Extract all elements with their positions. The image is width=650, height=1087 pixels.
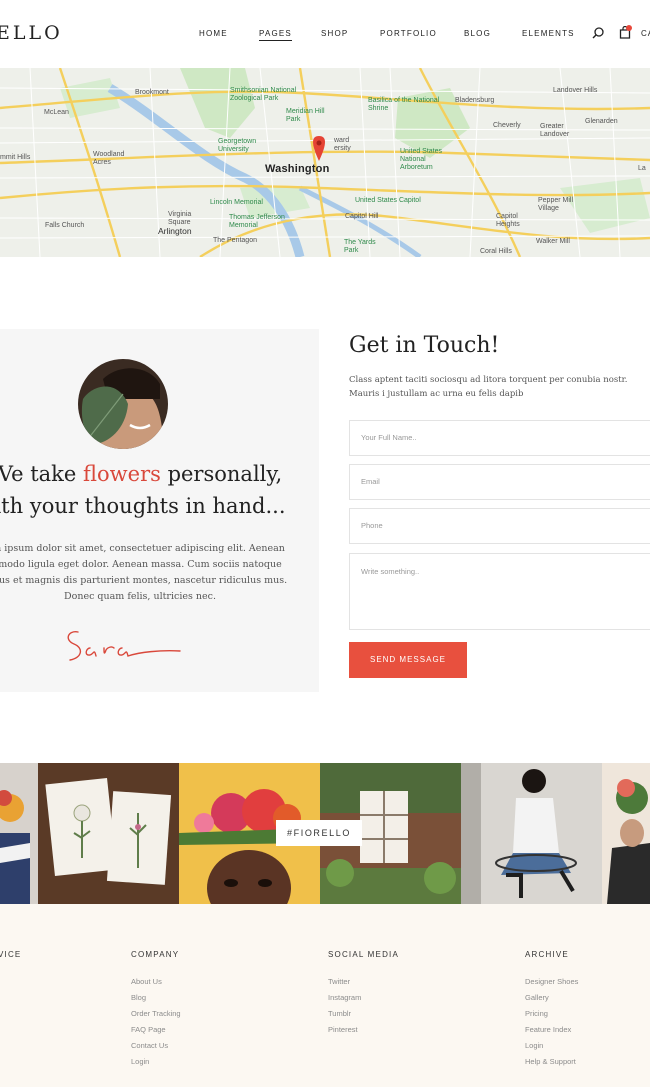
site-header: ELLO HOME PAGES SHOP PORTFOLIO BLOG ELEM… — [0, 0, 650, 68]
footer-link[interactable]: Instagram — [328, 993, 361, 1002]
map-label: Smithsonian National Zoological Park — [230, 87, 297, 102]
send-message-button[interactable]: SEND MESSAGE — [349, 642, 467, 678]
instagram-hashtag[interactable]: #FIORELLO — [276, 820, 362, 846]
map-label: United States Capitol — [355, 197, 421, 204]
nav-shop[interactable]: SHOP — [321, 29, 348, 38]
map-label: La — [638, 165, 646, 172]
map-label: Pepper Mill Village — [538, 197, 574, 212]
footer-column-title: SOCIAL MEDIA — [328, 950, 400, 959]
nav-elements[interactable]: ELEMENTS — [522, 29, 575, 38]
email-field[interactable]: Email — [349, 464, 650, 500]
about-body: n ipsum dolor sit amet, consectetuer adi… — [0, 543, 288, 602]
phone-field[interactable]: Phone — [349, 508, 650, 544]
map-label: Georgetown University — [218, 138, 257, 153]
map-label: Capitol Hill — [345, 213, 379, 220]
map-label: The Pentagon — [213, 237, 257, 244]
footer-link[interactable]: Designer Shoes — [525, 977, 578, 986]
map-label: Virginia Square — [168, 211, 192, 226]
footer-link[interactable]: Feature Index — [525, 1025, 571, 1034]
map-label: Arlington — [158, 226, 192, 236]
footer-link[interactable]: Contact Us — [131, 1041, 168, 1050]
map-label: mmit Hills — [0, 154, 31, 161]
map-label: The Yards Park — [344, 239, 376, 254]
map-label: Lincoln Memorial — [210, 199, 263, 206]
map-label: Brookmont — [135, 89, 169, 96]
map-label: Glenarden — [585, 118, 618, 125]
nav-pages[interactable]: PAGES — [259, 29, 292, 41]
name-field[interactable]: Your Full Name.. — [349, 420, 650, 456]
instagram-photo[interactable] — [0, 763, 38, 904]
contact-intro: Class aptent taciti sociosqu ad litora t… — [349, 375, 628, 399]
map-pin-city: Washington — [265, 163, 330, 175]
map-label: McLean — [44, 109, 69, 116]
footer-link[interactable] — [0, 1022, 2, 1030]
nav-portfolio[interactable]: PORTFOLIO — [380, 29, 437, 38]
footer-link[interactable]: About Us — [131, 977, 162, 986]
cart-count-badge — [626, 25, 632, 31]
footer-column-title: VICE — [0, 950, 22, 959]
instagram-photo[interactable] — [38, 763, 179, 904]
cart-label[interactable]: CA — [641, 29, 650, 38]
map-label: Walker Mill — [536, 238, 570, 245]
nav-home[interactable]: HOME — [199, 29, 228, 38]
map-label: Greater Landover — [540, 123, 570, 138]
footer-link[interactable]: Twitter — [328, 977, 350, 986]
map-label: ward ersity — [334, 137, 351, 152]
map-label: Capitol Heights — [496, 213, 520, 228]
footer-link[interactable]: Help & Support — [525, 1057, 576, 1066]
location-map[interactable]: Brookmont Smithsonian National Zoologica… — [0, 68, 650, 257]
map-label: Woodland Acres — [93, 151, 125, 166]
map-label: Basilica of the National Shrine — [368, 97, 440, 112]
map-label: Bladensburg — [455, 97, 495, 104]
footer-link[interactable]: Login — [131, 1057, 149, 1066]
map-label: United States National Arboretum — [400, 148, 443, 171]
signature-image — [67, 631, 181, 661]
map-label: Meridian Hill Park — [286, 108, 325, 123]
map-label: Landover Hills — [553, 87, 598, 94]
instagram-photo[interactable] — [602, 763, 650, 904]
footer-link[interactable]: FAQ Page — [131, 1025, 166, 1034]
message-field[interactable]: Write something.. — [349, 553, 650, 630]
footer-column-title: ARCHIVE — [525, 950, 569, 959]
map-label: Cheverly — [493, 122, 521, 129]
footer-link[interactable]: Login — [525, 1041, 543, 1050]
map-label: Thomas Jefferson Memorial — [229, 214, 285, 229]
map-label: Falls Church — [45, 222, 85, 229]
footer-link[interactable]: Pinterest — [328, 1025, 358, 1034]
site-logo[interactable]: ELLO — [0, 22, 63, 44]
search-icon[interactable] — [592, 27, 604, 39]
footer-column-title: COMPANY — [131, 950, 180, 959]
footer-link[interactable]: Tumblr — [328, 1009, 351, 1018]
footer-link[interactable] — [0, 990, 2, 998]
about-headline-line2: ith your thoughts in hand... — [0, 494, 286, 518]
footer-link[interactable]: Pricing — [525, 1009, 548, 1018]
instagram-photo[interactable] — [461, 763, 602, 904]
footer-link[interactable]: Blog — [131, 993, 146, 1002]
about-headline-line1: Ve take flowers personally, — [0, 462, 283, 486]
footer-link[interactable]: Order Tracking — [131, 1009, 181, 1018]
map-label: Coral Hills — [480, 248, 512, 255]
footer-link[interactable]: Gallery — [525, 993, 549, 1002]
contact-title: Get in Touch! — [349, 333, 500, 358]
nav-blog[interactable]: BLOG — [464, 29, 491, 38]
author-avatar — [78, 359, 168, 449]
